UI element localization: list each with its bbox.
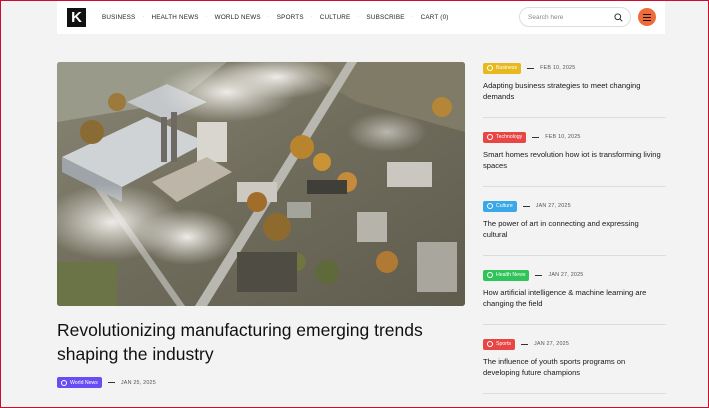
divider <box>483 255 666 256</box>
article-title[interactable]: The influence of youth sports programs o… <box>483 356 663 378</box>
meta-dash <box>527 67 535 69</box>
hamburger-icon[interactable] <box>638 8 656 26</box>
nav-culture[interactable]: CULTURE <box>320 14 351 21</box>
nav-separator: · <box>411 14 414 20</box>
nav-separator: · <box>205 14 208 20</box>
search-box <box>519 7 631 27</box>
article-date: FEB 10, 2025 <box>540 65 576 71</box>
nav-cart[interactable]: CART (0) <box>421 14 449 21</box>
briefcase-icon <box>487 65 493 71</box>
divider <box>483 117 666 118</box>
nav-separator: · <box>310 14 313 20</box>
meta-dash <box>535 274 543 276</box>
meta-dash <box>521 343 528 345</box>
nav-world-news[interactable]: WORLD NEWS <box>215 14 261 21</box>
article-date: FEB 10, 2025 <box>545 134 581 140</box>
sidebar-article-sports: Sports JAN 27, 2025 The influence of you… <box>483 338 666 378</box>
meta-dash <box>522 205 530 207</box>
category-badge[interactable]: Sports <box>483 338 515 350</box>
hero-category-label: World News <box>70 379 98 386</box>
category-badge[interactable]: Business <box>483 62 522 74</box>
category-label: Health News <box>496 272 526 278</box>
hero-date: JAN 25, 2025 <box>120 379 156 386</box>
sidebar-article-health: Health News JAN 27, 2025 How artificial … <box>483 269 666 309</box>
nav-separator: · <box>267 14 270 20</box>
globe-icon <box>61 379 67 386</box>
search-input[interactable] <box>528 13 614 21</box>
search-icon[interactable] <box>614 13 623 22</box>
nav-business[interactable]: BUSINESS <box>102 14 135 21</box>
divider <box>483 324 666 325</box>
industrial-aerial-photo <box>57 62 465 306</box>
site-logo[interactable]: K <box>67 7 86 27</box>
article-date: JAN 27, 2025 <box>548 272 584 278</box>
sidebar-article-culture: Culture JAN 27, 2025 The power of art in… <box>483 200 666 240</box>
main-nav: BUSINESS · HEALTH NEWS · WORLD NEWS · SP… <box>102 14 449 21</box>
hero-category-badge[interactable]: World News <box>57 377 102 388</box>
trophy-icon <box>487 341 493 347</box>
nav-separator: · <box>142 14 145 20</box>
category-label: Technology <box>496 134 523 140</box>
nav-sports[interactable]: SPORTS <box>277 14 304 21</box>
hero-image[interactable] <box>57 62 465 306</box>
meta-dash <box>107 382 115 383</box>
article-title[interactable]: How artificial intelligence & machine le… <box>483 287 663 309</box>
article-title[interactable]: Smart homes revolution how iot is transf… <box>483 149 663 171</box>
article-title[interactable]: Adapting business strategies to meet cha… <box>483 80 663 102</box>
chip-icon <box>487 134 493 140</box>
category-label: Sports <box>496 341 511 347</box>
category-label: Culture <box>496 203 513 209</box>
category-badge[interactable]: Culture <box>483 200 517 212</box>
article-date: JAN 27, 2025 <box>534 341 570 347</box>
sidebar-article-business: Business FEB 10, 2025 Adapting business … <box>483 62 666 102</box>
category-badge[interactable]: Health News <box>483 269 530 281</box>
health-icon <box>487 272 493 278</box>
nav-subscribe[interactable]: SUBSCRIBE <box>366 14 404 21</box>
nav-separator: · <box>357 14 360 20</box>
category-badge[interactable]: Technology <box>483 131 527 143</box>
category-label: Business <box>496 65 518 71</box>
palette-icon <box>487 203 493 209</box>
hero-title[interactable]: Revolutionizing manufacturing emerging t… <box>57 318 477 366</box>
meta-dash <box>532 136 540 138</box>
sidebar-article-technology: Technology FEB 10, 2025 Smart homes revo… <box>483 131 666 171</box>
hero-meta: World News JAN 25, 2025 <box>57 377 156 388</box>
site-header: K BUSINESS · HEALTH NEWS · WORLD NEWS · … <box>57 0 665 34</box>
nav-health-news[interactable]: HEALTH NEWS <box>151 14 198 21</box>
article-date: JAN 27, 2025 <box>535 203 571 209</box>
article-title[interactable]: The power of art in connecting and expre… <box>483 218 663 240</box>
divider <box>483 393 666 394</box>
divider <box>483 186 666 187</box>
